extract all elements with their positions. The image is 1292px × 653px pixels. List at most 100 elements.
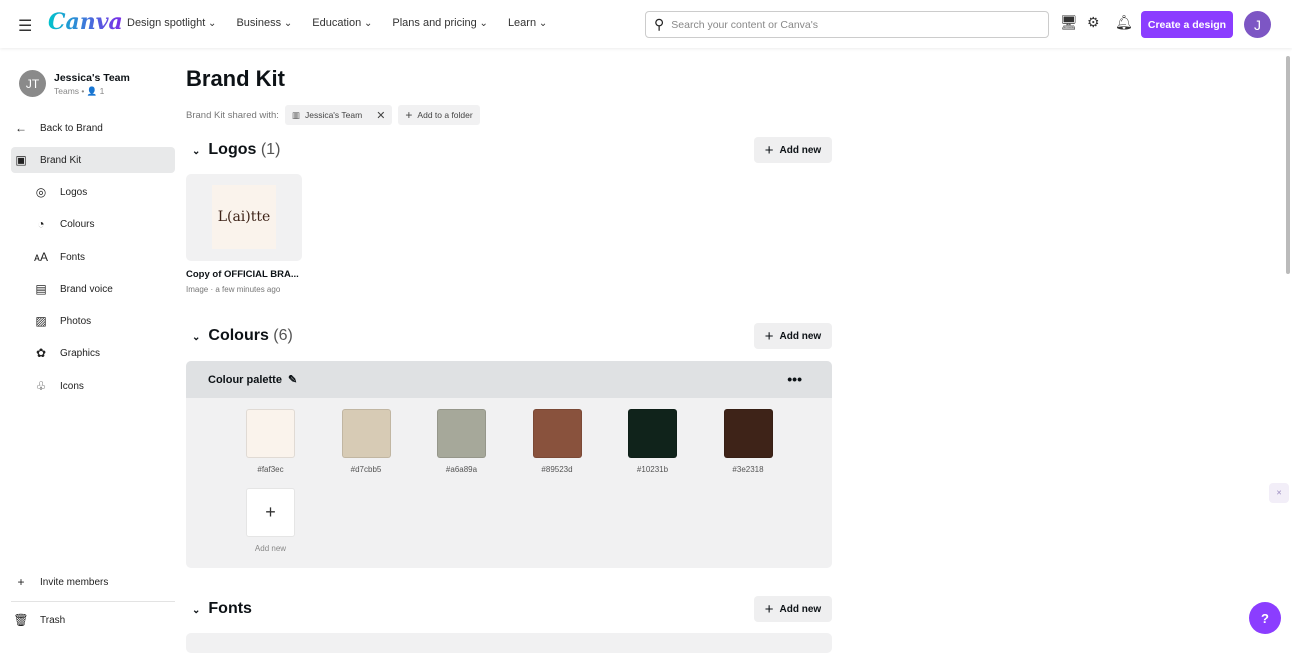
add-swatch-button[interactable]: + Add new [246,488,295,553]
canva-logo[interactable]: Canva [48,9,123,35]
team-sub: Teams • 👤 1 [54,86,105,96]
sidebar: JT Jessica's Team Teams • 👤 1 ← Back to B… [0,48,185,645]
nav-learn[interactable]: Learn [508,17,547,29]
shared-label: Brand Kit shared with: [186,109,279,121]
colour-swatch[interactable]: #10231b [628,409,677,474]
swatch-color [723,409,773,458]
label: Add new [779,603,822,615]
invite-members[interactable]: + Invite members [11,569,175,595]
plus-icon: + [764,600,774,618]
logo-thumbnail: L(ai)tte [212,185,276,249]
extension-icon[interactable]: ✕ [1269,483,1289,503]
folder-icon: ▥ [291,109,300,120]
label: Logos [208,141,257,158]
label: Invite members [40,576,109,588]
divider [11,601,175,602]
scrollbar[interactable] [1286,56,1290,274]
label: Logos [60,186,88,198]
logo-name: Copy of OFFICIAL BRA... [186,269,299,280]
fonts-panel [186,633,832,653]
label: Back to Brand [40,122,103,134]
icons-icon: ♧ [35,379,47,393]
plus-icon: + [246,488,295,537]
help-button[interactable]: ? [1249,602,1281,634]
sidebar-item-graphics[interactable]: ✿ Graphics [11,340,175,366]
search-placeholder: Search your content or Canva's [671,18,819,31]
swatch-hex: #10231b [636,465,669,474]
arrow-left-icon: ← [15,121,27,135]
colours-heading[interactable]: ⌄ Colours (6) [192,327,293,345]
colour-swatch[interactable]: #d7cbb5 [341,409,391,474]
gear-icon[interactable]: ⚙ [1087,14,1100,31]
label: Brand voice [60,283,113,295]
pencil-icon[interactable]: ✎ [288,373,297,386]
sidebar-item-icons[interactable]: ♧ Icons [11,373,175,399]
swatch-hex: #d7cbb5 [350,465,382,474]
add-logo-button[interactable]: + Add new [754,137,832,163]
palette-header: Colour palette ✎ [186,361,832,398]
palette-icon: ◔ [37,217,45,231]
sidebar-item-brand-kit[interactable]: ▣ Brand Kit [11,147,175,173]
swatch-hex: #89523d [541,465,573,474]
nav-business[interactable]: Business [236,17,292,29]
menu-icon[interactable]: ☰ [18,16,32,36]
label: Brand Kit [40,154,82,166]
add-font-button[interactable]: + Add new [754,596,832,622]
sidebar-item-fonts[interactable]: ᴀA Fonts [11,244,175,270]
font-icon: ᴀA [34,250,48,264]
chevron-down-icon: ⌄ [192,605,201,616]
bell-icon[interactable]: 🔔︎ [1115,14,1133,31]
brand-kit-icon: ▣ [15,153,27,167]
colour-swatch[interactable]: #a6a89a [437,409,486,474]
add-colour-button[interactable]: + Add new [754,323,832,349]
trash[interactable]: 🗑︎ Trash [11,607,175,633]
label: Graphics [60,347,101,359]
team-name[interactable]: Jessica's Team [54,72,130,84]
trash-icon: 🗑︎ [13,613,29,627]
plus-icon: + [764,141,774,159]
plus-icon: + [764,327,774,345]
top-bar: ☰ Canva Design spotlight Business Educat… [0,0,1292,48]
nav-education[interactable]: Education [312,17,372,29]
plus-icon: + [17,575,25,589]
swatch-hex: #a6a89a [445,465,478,474]
avatar[interactable]: J [1244,11,1271,38]
monitor-icon[interactable]: 🖥︎ [1060,14,1078,31]
nav-design-spotlight[interactable]: Design spotlight [127,17,216,29]
close-icon[interactable]: ✕ [376,109,385,122]
shapes-icon: ✿ [35,346,47,360]
label: Jessica's Team [304,110,363,120]
sidebar-item-logos[interactable]: ◎ Logos [11,179,175,205]
main-nav: Design spotlight Business Education Plan… [127,17,547,29]
team-avatar[interactable]: JT [19,70,46,97]
create-design-button[interactable]: Create a design [1141,11,1233,38]
label: Trash [40,614,66,626]
search-input[interactable]: ⚲ Search your content or Canva's [645,11,1049,38]
sidebar-item-colours[interactable]: ◔ Colours [11,211,175,237]
colour-swatch[interactable]: #89523d [532,409,582,474]
label: Icons [60,380,84,392]
fonts-heading[interactable]: ⌄ Fonts [192,600,252,618]
sidebar-item-photos[interactable]: ▨ Photos [11,308,175,334]
chevron-down-icon: ⌄ [192,146,201,157]
image-icon: ▨ [35,314,47,328]
search-icon: ⚲ [654,16,665,32]
count: (6) [273,327,293,344]
swatch-hex: #3e2318 [732,465,764,474]
palette-name[interactable]: Colour palette [208,374,282,386]
label: Add new [254,544,287,553]
nav-plans[interactable]: Plans and pricing [392,17,488,29]
back-to-brand[interactable]: ← Back to Brand [11,115,175,141]
logo-meta: Image · a few minutes ago [186,285,281,294]
page-title: Brand Kit [186,66,285,91]
add-to-folder-button[interactable]: + Add to a folder [398,105,480,125]
more-icon[interactable]: ••• [787,371,802,387]
logo-card[interactable]: L(ai)tte [186,174,302,261]
colour-swatch[interactable]: #3e2318 [723,409,773,474]
shared-team-chip[interactable]: ▥ Jessica's Team ✕ [284,105,393,125]
logos-heading[interactable]: ⌄ Logos (1) [192,141,280,159]
count: (1) [260,141,281,158]
colour-palette: Colour palette ✎ ••• #faf3ec #d7cbb5 #a6a89… [186,361,832,568]
sidebar-item-brand-voice[interactable]: ▤ Brand voice [11,276,175,302]
colour-swatch[interactable]: #faf3ec [246,409,295,474]
